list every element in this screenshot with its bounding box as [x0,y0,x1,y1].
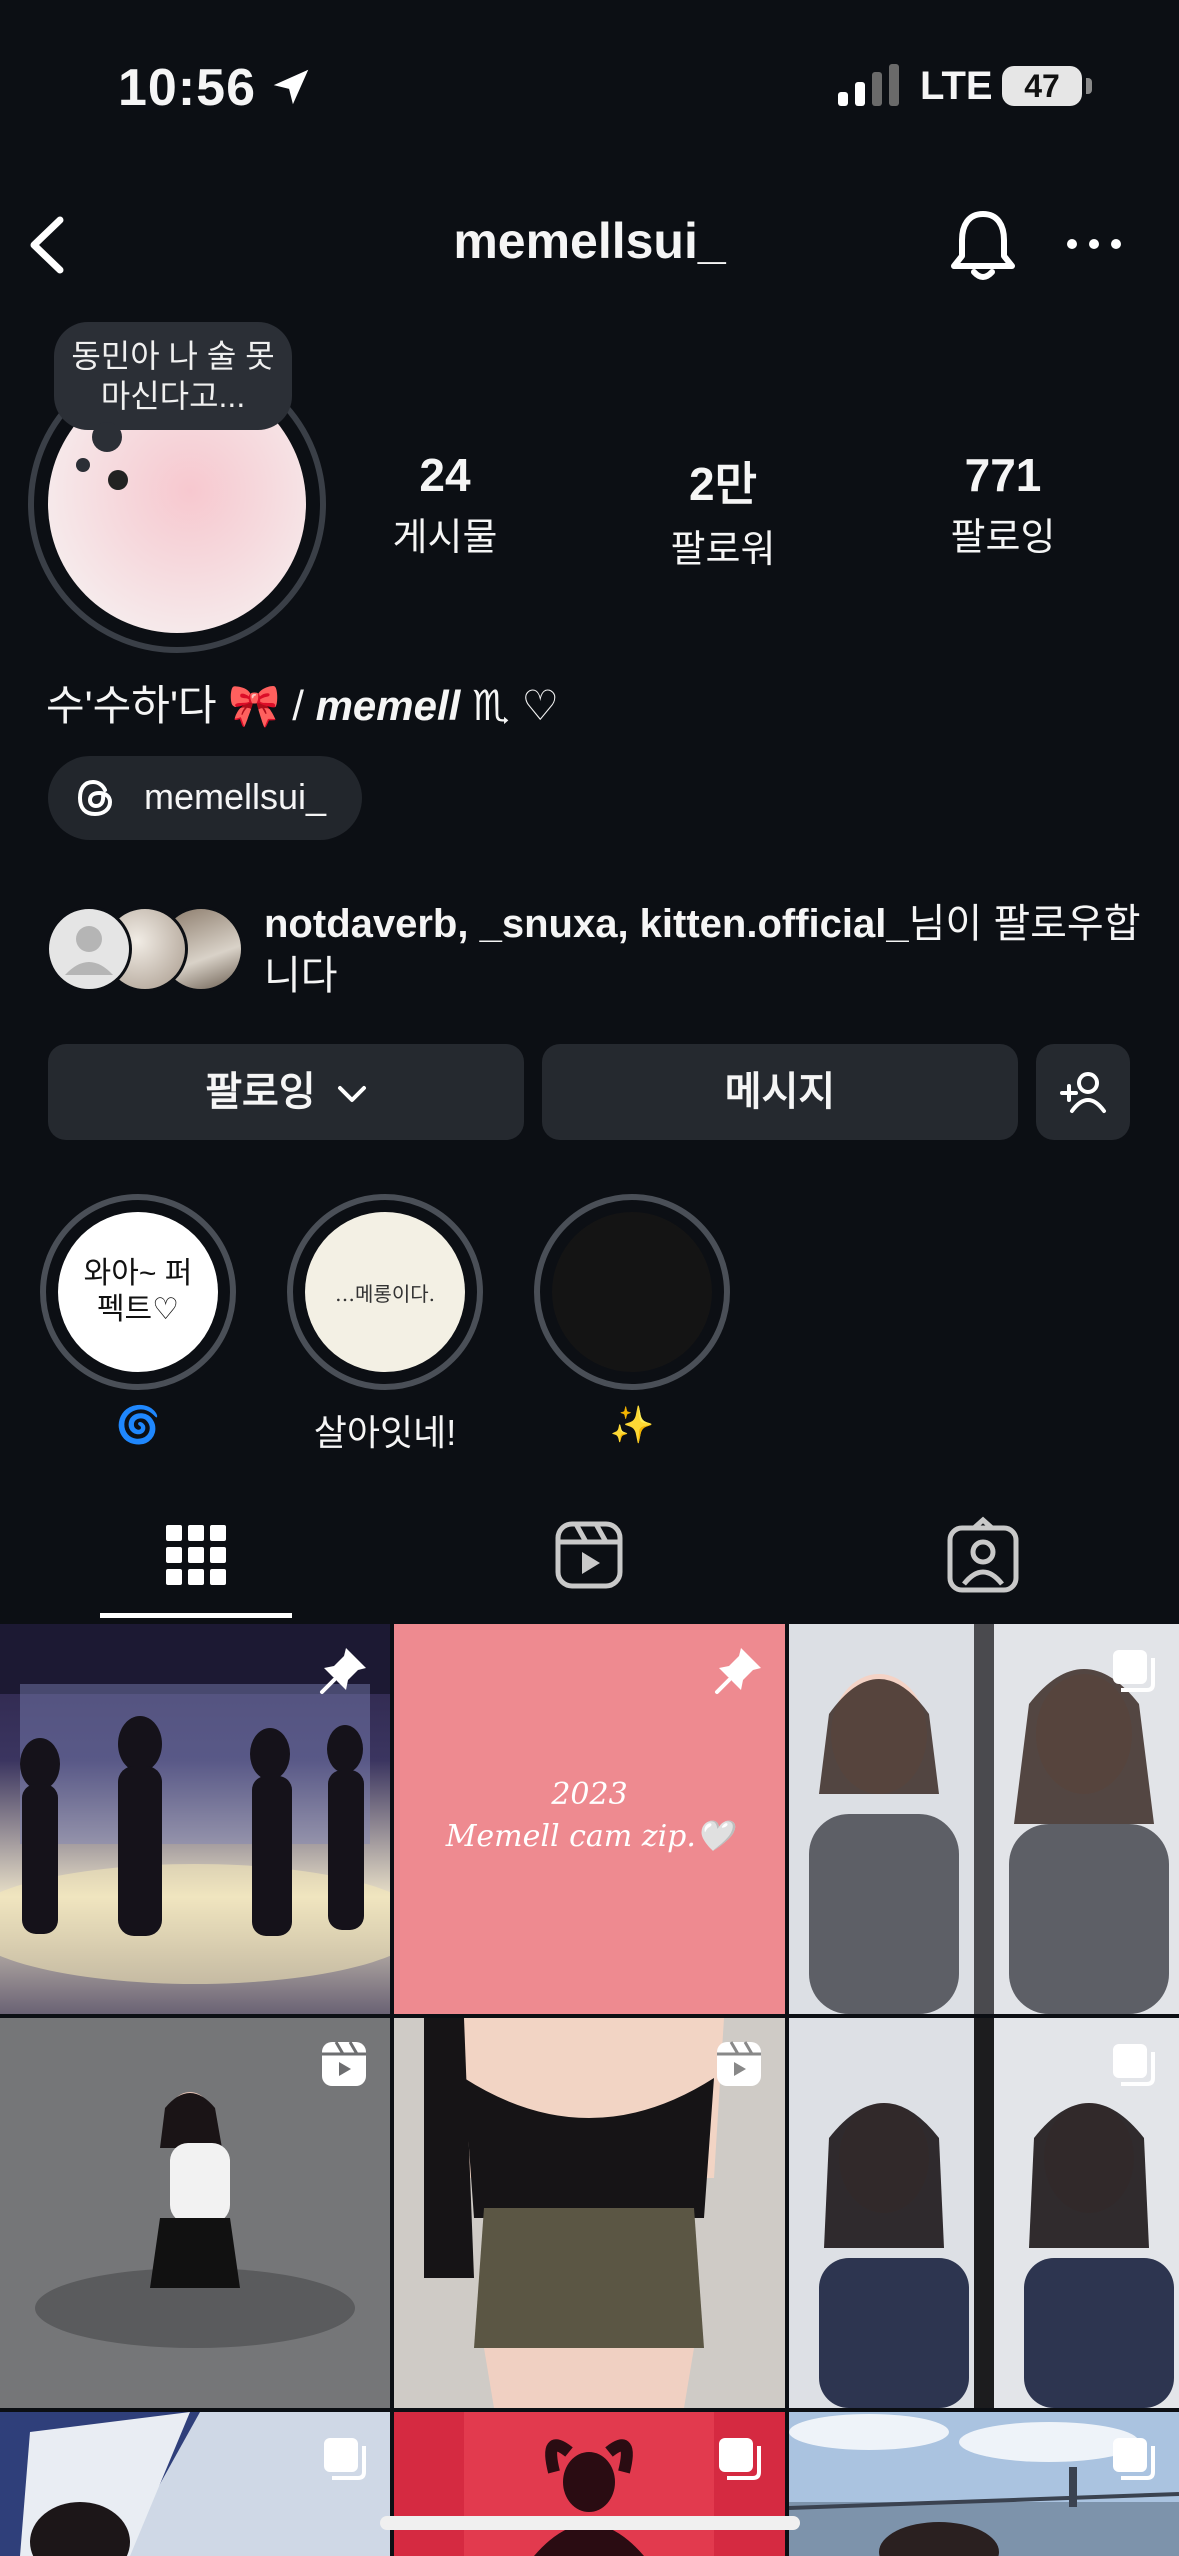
bio-name: 수'수하'다 🎀 / [46,682,304,729]
highlight-cover: …메롱이다. [305,1212,465,1372]
reel-icon [322,2041,366,2086]
stat-posts-count: 24 [419,449,471,501]
home-indicator[interactable] [380,2516,800,2530]
post-tile-8[interactable] [394,2412,785,2556]
carousel-icon [1113,1650,1155,1692]
post-tile-9[interactable] [789,2412,1179,2556]
post-tile-1[interactable] [0,1624,390,2014]
active-tab-indicator [100,1613,292,1618]
bio-handle: memell [315,682,461,729]
tagged-tab-icon[interactable] [938,1510,1028,1600]
stat-following-count: 771 [964,449,1042,501]
stat-following[interactable]: 771 팔로잉 [893,448,1113,561]
highlight-label: 살아잇네! [313,1412,457,1453]
stat-followers-label: 팔로워 [670,529,776,571]
reel-icon [717,2041,761,2086]
threads-link-button[interactable]: memellsui_ [48,756,362,840]
stat-posts-label: 게시물 [392,517,498,559]
carousel-icon [719,2438,761,2480]
pin-icon [320,1648,366,1694]
message-button-label: 메시지 [724,1070,836,1114]
stat-following-label: 팔로잉 [950,517,1056,559]
carousel-icon [324,2438,366,2480]
status-time: 10:56 [118,59,256,117]
highlight-ring: 와아~ 퍼펙트♡ [40,1194,236,1390]
cellular-signal-icon [838,64,899,106]
highlight-2[interactable]: …메롱이다. 살아잇네! [287,1194,483,1456]
post-tile-7[interactable] [0,2412,390,2556]
chevron-down-icon [337,1086,366,1103]
highlight-cover [552,1212,712,1372]
mutual-names: notdaverb, _snuxa, kitten.official_ [264,902,909,946]
mutual-followers-text[interactable]: notdaverb, _snuxa, kitten.official_님이 팔로… [264,898,1144,1002]
avatar-dot [108,470,128,490]
highlight-1[interactable]: 와아~ 퍼펙트♡ 🌀 [40,1194,236,1446]
pin-icon [715,1648,761,1694]
reels-tab-icon[interactable] [544,1510,634,1600]
stat-followers[interactable]: 2만 팔로워 [613,448,833,573]
post-tile-6[interactable] [789,2018,1179,2408]
stat-followers-count: 2만 [689,458,757,510]
post-tile-3[interactable] [789,1624,1179,2014]
grid-tab-icon[interactable] [151,1510,241,1600]
highlight-3[interactable]: ✨ [534,1194,730,1446]
add-person-icon [1060,1072,1106,1113]
following-button[interactable]: 팔로잉 [48,1044,524,1140]
highlight-label: ✨ [609,1404,655,1445]
threads-handle: memellsui_ [144,776,327,817]
mutual-followers-avatars[interactable] [46,906,246,996]
carousel-icon [1113,2438,1155,2480]
status-bar: 10:56 LTE 47 [0,0,1179,170]
battery-indicator: 47 [1002,66,1092,106]
suggested-people-button[interactable] [1036,1044,1130,1140]
bio-tail: ♏︎ ♡ [472,682,559,729]
highlight-cover: 와아~ 퍼펙트♡ [58,1212,218,1372]
carousel-icon [1113,2044,1155,2086]
profile-bio: 수'수하'다 🎀 / memell ♏︎ ♡ [46,672,559,733]
following-button-label: 팔로잉 [205,1070,316,1114]
more-options-icon[interactable] [1066,230,1122,258]
profile-note-bubble[interactable]: 동민아 나 술 못 마신다고... [54,322,292,472]
post-tile-5[interactable] [394,2018,785,2408]
post-caption-text: 2023 Memell cam zip.🤍 [445,1777,734,1854]
mutual-avatar-1 [46,906,132,992]
notification-bell-icon[interactable] [948,204,1018,284]
highlight-ring: …메롱이다. [287,1194,483,1390]
post-tile-2[interactable]: 2023 Memell cam zip.🤍 [394,1624,785,2014]
network-type: LTE [920,64,993,108]
default-user-icon [65,926,113,975]
highlight-ring [534,1194,730,1390]
stat-posts[interactable]: 24 게시물 [335,448,555,561]
message-button[interactable]: 메시지 [542,1044,1018,1140]
post-tile-4[interactable] [0,2018,390,2408]
location-arrow-icon [273,69,309,105]
threads-icon [77,779,113,817]
highlight-label: 🌀 [115,1404,161,1445]
